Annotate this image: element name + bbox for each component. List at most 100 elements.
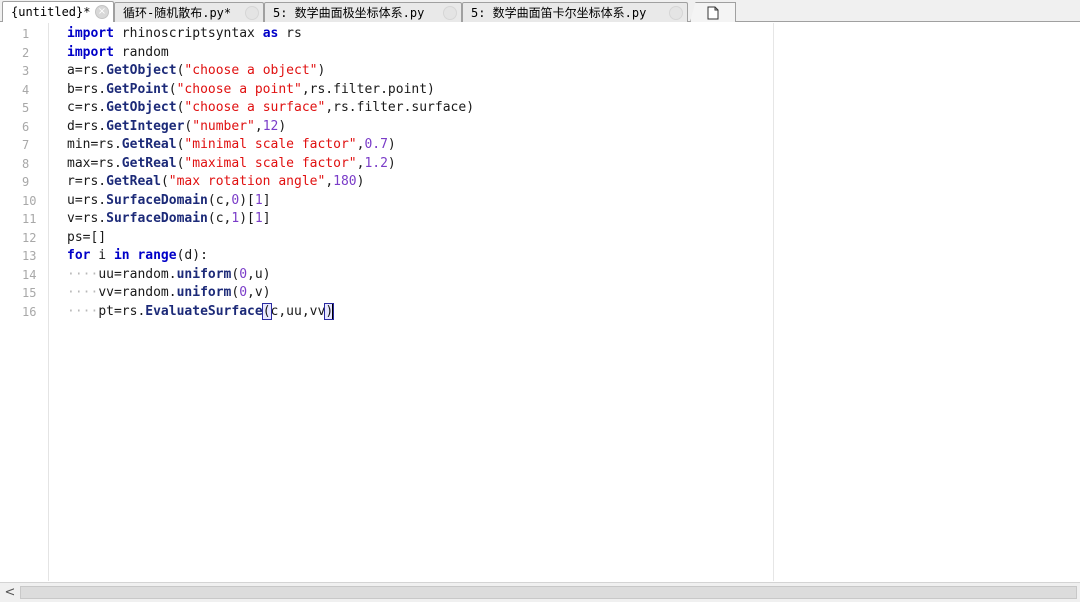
code-line[interactable]: r=rs.GetReal("max rotation angle",180)	[67, 173, 767, 192]
code-token: vv=random.	[98, 285, 177, 300]
close-icon[interactable]: ×	[669, 5, 683, 20]
code-token: "number"	[192, 118, 255, 134]
tab-random-scatter[interactable]: 循环-随机散布.py* ×	[114, 2, 264, 22]
code-line[interactable]: for i in range(d):	[67, 247, 767, 266]
code-token: ····	[67, 266, 99, 282]
tab-label: 循环-随机散布.py*	[123, 6, 232, 20]
code-line[interactable]: v=rs.SurfaceDomain(c,1)[1]	[67, 210, 767, 229]
code-line[interactable]: import random	[67, 44, 767, 63]
code-line[interactable]: max=rs.GetReal("maximal scale factor",1.…	[67, 155, 767, 174]
code-line[interactable]: import rhinoscriptsyntax as rs	[67, 25, 767, 44]
code-token: rs	[278, 26, 302, 41]
code-token: max=rs.	[67, 155, 122, 171]
code-token: )[	[239, 211, 255, 226]
code-token: 1	[254, 192, 263, 208]
code-token: "minimal scale factor"	[184, 137, 357, 152]
chevron-left-icon[interactable]: <	[3, 585, 17, 600]
code-line[interactable]: ····uu=random.uniform(0,u)	[67, 266, 767, 285]
code-token: ps=[]	[67, 229, 107, 245]
line-number: 16	[22, 304, 37, 319]
code-token: u=rs.	[67, 192, 107, 208]
code-token: ,rs.filter.surface)	[325, 100, 475, 115]
line-number: 3	[22, 64, 30, 78]
line-number: 6	[22, 119, 30, 134]
code-token: )	[278, 118, 287, 134]
code-token: uu=random.	[98, 266, 177, 282]
code-token: ,rs.filter.point)	[301, 81, 435, 97]
line-number: 9	[22, 175, 30, 189]
code-token: "choose a point"	[176, 81, 302, 97]
tab-untitled[interactable]: {untitled}* ×	[2, 1, 114, 22]
code-line[interactable]: ····vv=random.uniform(0,v)	[67, 284, 767, 303]
line-number: 7	[22, 138, 30, 152]
code-token: in	[113, 248, 130, 263]
code-token: EvaluateSurface	[145, 303, 263, 319]
tab-polar-surface[interactable]: 5: 数学曲面极坐标体系.py ×	[264, 2, 462, 22]
line-number: 10	[22, 193, 37, 208]
code-token: )	[317, 63, 326, 78]
code-token: min=rs.	[67, 137, 122, 152]
code-token: 0	[239, 285, 248, 300]
code-token: rhinoscriptsyntax	[113, 26, 263, 41]
code-token: as	[262, 26, 279, 41]
code-line[interactable]: ps=[]	[67, 229, 767, 248]
code-line[interactable]: u=rs.SurfaceDomain(c,0)[1]	[67, 192, 767, 211]
code-token: random	[113, 44, 169, 60]
code-line[interactable]: d=rs.GetInteger("number",12)	[67, 118, 767, 137]
code-token: (c,	[207, 192, 232, 208]
code-token: GetPoint	[106, 81, 169, 97]
code-token: (	[261, 302, 272, 320]
new-tab-button[interactable]	[690, 2, 736, 22]
code-area[interactable]: import rhinoscriptsyntax as rs import ran…	[67, 25, 767, 321]
code-token: import	[67, 44, 114, 60]
code-token: ,v)	[247, 285, 271, 300]
code-line[interactable]: min=rs.GetReal("minimal scale factor",0.…	[67, 136, 767, 155]
code-token: i	[90, 248, 114, 263]
tab-label: 5: 数学曲面极坐标体系.py	[273, 6, 425, 20]
code-token: import	[67, 26, 114, 41]
code-token: SurfaceDomain	[106, 211, 208, 226]
text-cursor	[332, 303, 335, 319]
tab-cartesian-surface[interactable]: 5: 数学曲面笛卡尔坐标体系.py ×	[462, 2, 688, 22]
code-token: ····	[67, 285, 99, 300]
code-token: r=rs.	[67, 174, 107, 189]
code-token: GetObject	[106, 63, 177, 78]
code-token: 12	[262, 118, 279, 134]
code-token: ····	[67, 303, 99, 319]
code-token: c,uu,vv	[270, 303, 326, 319]
code-token: GetReal	[106, 174, 161, 189]
tab-bar: {untitled}* × 循环-随机散布.py* × 5: 数学曲面极坐标体系…	[0, 0, 1080, 22]
code-token: "choose a object"	[184, 63, 318, 78]
line-number: 1	[22, 27, 30, 41]
code-token: )	[387, 155, 396, 171]
code-line[interactable]: a=rs.GetObject("choose a object")	[67, 62, 767, 81]
code-token: uniform	[176, 266, 232, 282]
code-token: GetReal	[121, 155, 177, 171]
code-line[interactable]: ····pt=rs.EvaluateSurface(c,uu,vv)	[67, 302, 767, 322]
code-token: 180	[333, 174, 357, 189]
code-token: "choose a surface"	[184, 100, 326, 115]
code-token: range	[137, 248, 177, 263]
close-icon[interactable]: ×	[95, 5, 109, 19]
code-editor[interactable]: 1 2 3 4 5 6 7 8 9 10 11 12 13 14 15 16 import rhinoscri…	[0, 23, 1080, 581]
new-document-icon	[707, 6, 719, 19]
code-token: )	[356, 174, 365, 189]
close-icon[interactable]: ×	[245, 5, 259, 20]
horizontal-scrollbar[interactable]: <	[0, 582, 1080, 602]
line-number: 12	[22, 230, 37, 245]
code-token: ,	[325, 174, 334, 189]
code-line[interactable]: c=rs.GetObject("choose a surface",rs.fil…	[67, 99, 767, 118]
code-token: ]	[262, 211, 271, 226]
code-token: "maximal scale factor"	[184, 155, 357, 171]
code-line[interactable]: b=rs.GetPoint("choose a point",rs.filter…	[67, 81, 767, 100]
tab-label: {untitled}*	[11, 5, 91, 19]
line-number: 2	[22, 45, 30, 60]
code-token: GetReal	[121, 137, 177, 152]
close-icon[interactable]: ×	[443, 5, 457, 20]
line-number: 15	[22, 286, 37, 300]
code-token: 1	[254, 211, 263, 226]
scrollbar-thumb[interactable]	[20, 586, 1077, 599]
code-token: b=rs.	[67, 81, 107, 97]
code-token: GetObject	[106, 100, 177, 115]
code-token: d=rs.	[67, 118, 107, 134]
